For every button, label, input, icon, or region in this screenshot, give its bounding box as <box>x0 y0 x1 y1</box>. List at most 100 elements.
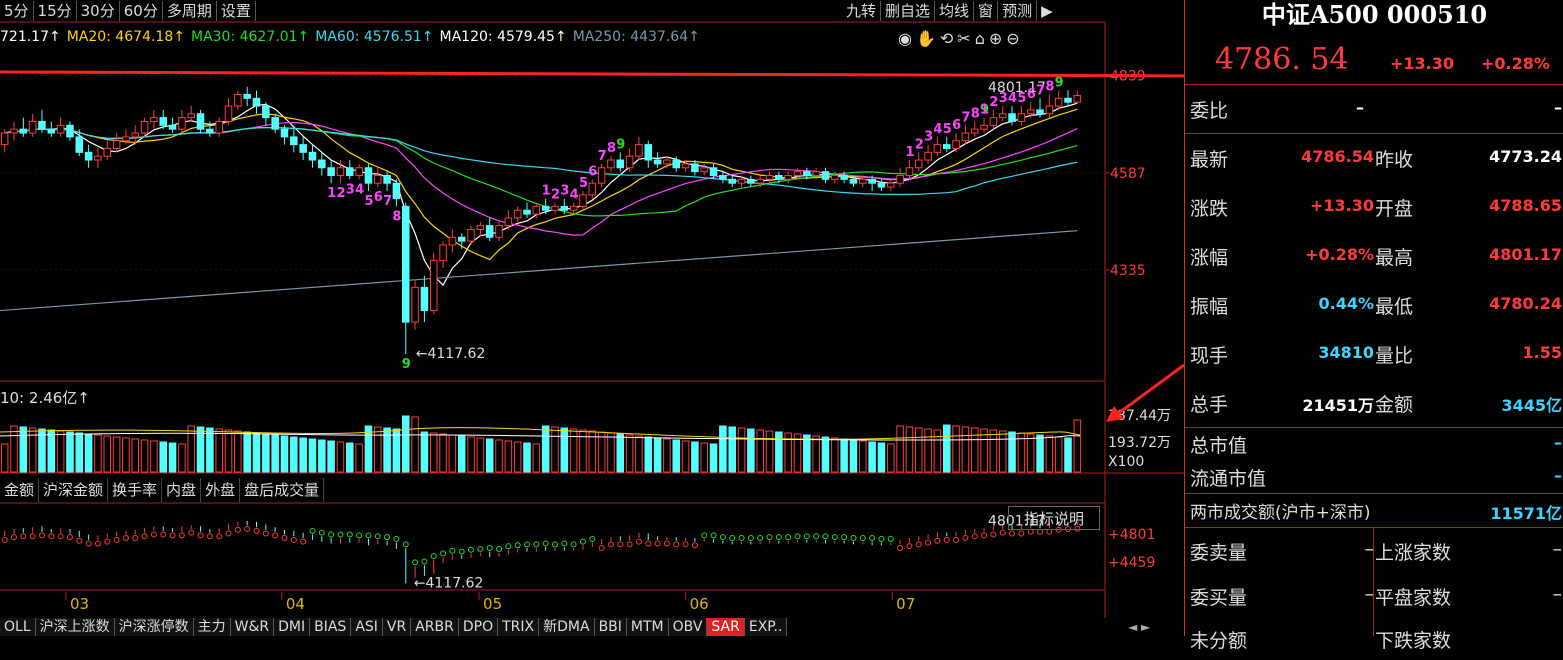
sar-dot <box>1018 530 1025 537</box>
indicator-tab[interactable]: OBV <box>669 618 708 636</box>
sar-dot <box>402 541 409 548</box>
indicator-tab[interactable]: ASI <box>351 618 383 636</box>
td-count: 6 <box>588 164 597 179</box>
volume-bar <box>821 436 830 473</box>
sar-dot <box>169 532 176 539</box>
volume-bar <box>19 426 28 473</box>
indicator-tab[interactable]: W&R <box>231 618 275 636</box>
indicator-tab[interactable]: DMI <box>274 618 311 636</box>
volume-tab[interactable]: 换手率 <box>108 478 163 502</box>
volume-bar <box>411 416 419 473</box>
sar-dot <box>757 535 764 542</box>
td-count: 5 <box>943 122 952 137</box>
td-count: 6 <box>1027 87 1036 102</box>
indicator-tab[interactable]: 沪深上涨数 <box>36 618 115 636</box>
td-count: 9 <box>402 357 411 372</box>
quote-row: 涨幅 +0.28% 最高 4801.17 <box>1185 231 1563 279</box>
candle-body <box>476 225 485 231</box>
candle-body <box>905 167 914 176</box>
volume-bar <box>56 430 65 473</box>
candle-body <box>150 117 158 122</box>
quote-label: 涨跌 <box>1190 198 1229 220</box>
candle-body <box>607 159 615 169</box>
volume-bar <box>234 430 242 473</box>
indicator-tab[interactable]: VR <box>383 618 412 636</box>
volume-bar <box>374 426 382 473</box>
volume-tab[interactable]: 盘后成交量 <box>240 478 325 502</box>
indicator-tab[interactable]: 沪深涨停数 <box>115 618 194 636</box>
indicator-tab[interactable]: OLL <box>0 618 36 636</box>
sar-dot <box>747 535 754 542</box>
sar-dot <box>654 540 661 547</box>
volume-bar <box>1054 436 1063 473</box>
sar-dot <box>794 533 801 540</box>
volume-tab[interactable]: 沪深金额 <box>39 478 109 502</box>
indicator-tab[interactable]: EXP.. <box>745 618 788 636</box>
indicator-tab[interactable]: 新DMA <box>539 618 595 636</box>
month-label: 07 <box>896 595 915 613</box>
volume-tab[interactable]: 金额 <box>0 478 40 502</box>
sar-dot <box>915 541 922 548</box>
indicator-tab[interactable]: 主力 <box>194 618 231 636</box>
indicator-tab[interactable]: BIAS <box>310 618 352 636</box>
volume-bar <box>346 442 354 473</box>
volume-bar <box>728 426 736 473</box>
volume-bar <box>607 432 615 473</box>
weibi-row: 委比 – – <box>1185 84 1563 132</box>
volume-tab[interactable]: 内盘 <box>162 478 202 502</box>
sar-dot <box>356 532 363 539</box>
volume-bar <box>765 430 774 473</box>
volume-bar <box>915 427 923 473</box>
sar-dot <box>701 532 708 539</box>
quote-label: 最新 <box>1190 149 1229 171</box>
candle-body <box>336 167 345 176</box>
indicator-tab[interactable]: ARBR <box>411 618 459 636</box>
volume-bar <box>327 440 335 473</box>
total-mcap-row: 总市值 – <box>1185 427 1563 459</box>
quote-row: 振幅 0.44% 最低 4780.24 <box>1185 280 1563 328</box>
sar-dot <box>813 533 820 540</box>
volume-bar <box>420 431 429 473</box>
volume-bar <box>159 441 167 473</box>
sar-dot <box>869 535 876 542</box>
candle-body <box>737 178 746 184</box>
indicator-help-button[interactable]: 指标说明 <box>1008 506 1100 530</box>
indicator-tab[interactable]: SAR <box>707 618 745 636</box>
sar-dot <box>953 536 960 543</box>
sar-dot <box>943 536 950 543</box>
candle-body <box>56 124 65 134</box>
price-axis-tick: 4335 <box>1110 263 1146 279</box>
candle-body <box>112 140 121 149</box>
sar-dot <box>384 534 391 541</box>
volume-tab[interactable]: 外盘 <box>201 478 241 502</box>
candle-body <box>28 120 37 134</box>
sar-dot <box>85 540 92 547</box>
volume-bar <box>262 433 270 473</box>
kline-chart[interactable]: 4801.17←4117.62 1 2 3 45 6 7891 2 3 45678 91234 5 6… <box>0 0 1184 636</box>
volume-bar <box>122 437 130 473</box>
quote-value: 21451万 <box>1302 396 1374 415</box>
volume-bar <box>859 440 867 473</box>
volume-bar <box>803 434 811 473</box>
indicator-tab[interactable]: MTM <box>627 618 669 636</box>
indicator-tab[interactable]: DPO <box>459 618 499 636</box>
indicator-tab[interactable]: BBI <box>595 618 627 636</box>
volume-bar <box>756 429 764 473</box>
volume-axis-tick: 193.72万 <box>1108 435 1171 451</box>
candle-body <box>859 178 867 184</box>
sar-dot <box>141 533 148 540</box>
candle-body <box>131 132 140 138</box>
sar-dot <box>94 540 101 547</box>
sar-dot <box>29 533 36 540</box>
candle-body <box>597 167 606 184</box>
indicator-tab[interactable]: TRIX <box>498 618 540 636</box>
volume-bar <box>775 431 783 473</box>
volume-bar <box>336 441 345 473</box>
candle-body <box>541 205 550 211</box>
tab-scroll-arrows[interactable]: ◄ ► <box>1128 620 1150 634</box>
sar-axis-tick: +4801 <box>1108 527 1155 543</box>
candle-body <box>700 167 708 173</box>
candle-body <box>467 229 475 242</box>
candle-body <box>933 144 942 153</box>
sar-dot <box>775 534 782 541</box>
